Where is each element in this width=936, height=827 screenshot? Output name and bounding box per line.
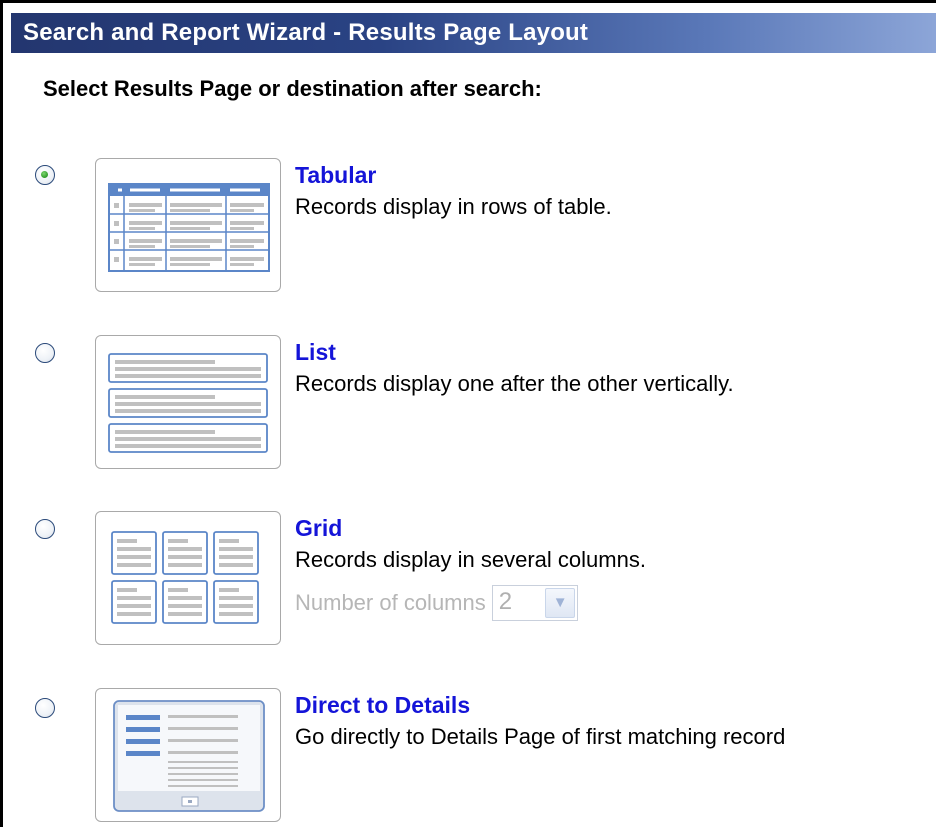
chevron-down-icon: ▼	[552, 594, 568, 611]
option-title[interactable]: List	[295, 339, 336, 366]
grid-layout-icon[interactable]	[95, 511, 281, 645]
radio-direct-to-details[interactable]	[35, 698, 55, 718]
dropdown-button[interactable]: ▼	[544, 588, 575, 618]
panel-title: Search and Report Wizard - Results Page …	[11, 13, 936, 53]
radio-list[interactable]	[35, 343, 55, 363]
columns-select[interactable]: 2 ▼	[491, 585, 578, 621]
wizard-panel: Search and Report Wizard - Results Page …	[0, 0, 936, 827]
section-heading: Select Results Page or destination after…	[43, 76, 542, 101]
option-title[interactable]: Tabular	[295, 162, 376, 189]
radio-selected-dot	[41, 171, 48, 178]
radio-grid[interactable]	[35, 519, 55, 539]
option-description: Records display in several columns.	[295, 547, 646, 572]
table-layout-icon[interactable]	[95, 158, 281, 292]
radio-tabular[interactable]	[35, 165, 55, 185]
list-layout-icon[interactable]	[95, 335, 281, 469]
option-title[interactable]: Direct to Details	[295, 692, 470, 719]
columns-select-value: 2	[498, 588, 513, 615]
columns-setting: Number of columns 2 ▼	[295, 585, 578, 621]
option-description: Go directly to Details Page of first mat…	[295, 724, 786, 749]
columns-label: Number of columns	[295, 590, 486, 615]
details-layout-icon[interactable]	[95, 688, 281, 822]
option-description: Records display one after the other vert…	[295, 371, 734, 396]
option-title[interactable]: Grid	[295, 515, 342, 542]
option-description: Records display in rows of table.	[295, 194, 612, 219]
